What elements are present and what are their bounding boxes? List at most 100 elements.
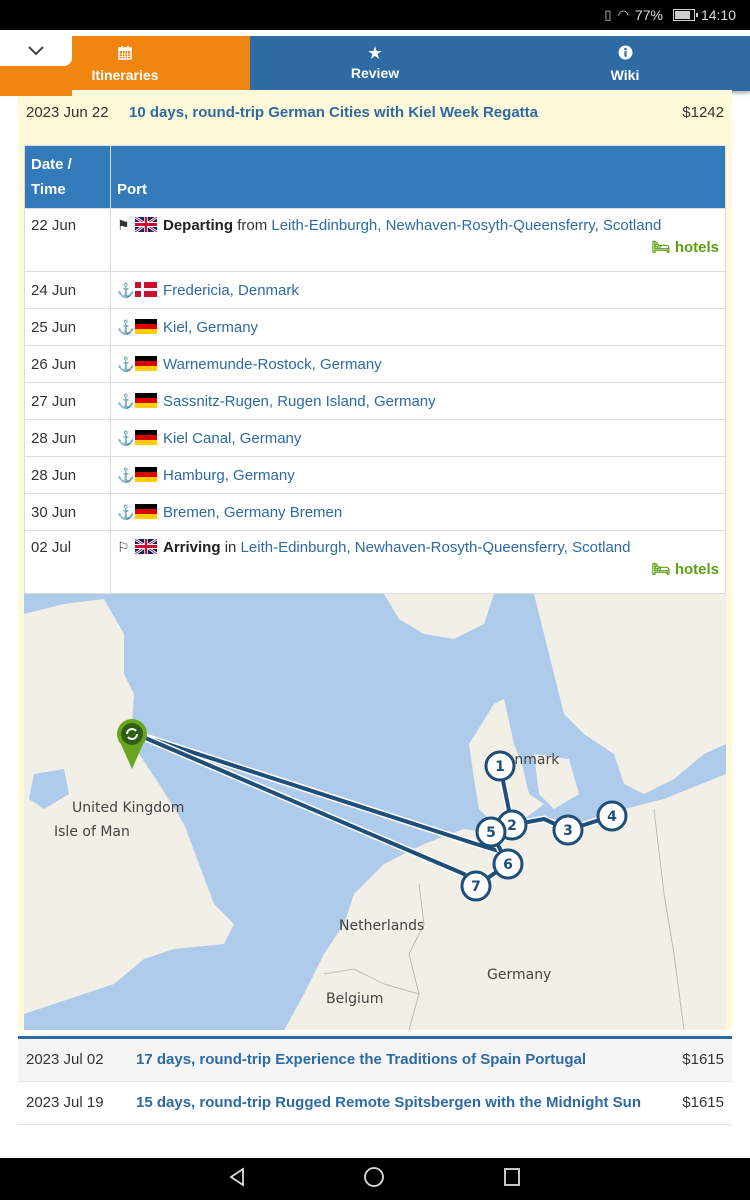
map-label-netherlands: Netherlands xyxy=(339,918,424,934)
cruise-date: 2023 Jul 19 xyxy=(26,1094,104,1111)
bed-icon: 🛏 xyxy=(651,561,671,578)
recents-button[interactable] xyxy=(502,1167,522,1192)
flag-gb-icon xyxy=(135,217,157,232)
table-row: 25 Jun ⚓ Kiel, Germany xyxy=(24,308,726,346)
port-link[interactable]: Kiel Canal, Germany xyxy=(163,430,301,447)
port-link[interactable]: Leith-Edinburgh, Newhaven-Rosyth-Queensf… xyxy=(241,539,631,556)
clock: 14:10 xyxy=(700,7,736,23)
port-date: 28 Jun xyxy=(24,456,111,494)
table-row: 22 Jun ⚑ Departing from Leith-Edinburgh, N… xyxy=(24,208,726,272)
port-status: Departing xyxy=(163,217,234,234)
svg-text:5: 5 xyxy=(486,825,496,841)
port-link[interactable]: Bremen, Germany Bremen xyxy=(163,504,342,521)
tab-review[interactable]: ★ Review xyxy=(250,36,500,91)
port-marker-4[interactable]: 4 xyxy=(596,800,628,832)
cruise-price: $1615 xyxy=(682,1051,724,1068)
port-marker-6[interactable]: 6 xyxy=(492,848,524,880)
port-cell: ⚓ Bremen, Germany Bremen xyxy=(110,493,726,531)
map-label-uk: United Kingdom xyxy=(72,800,184,816)
anchor-icon: ⚓ xyxy=(117,392,135,409)
flag-de-icon xyxy=(135,503,157,519)
cruise-header: 2023 Jun 22 10 days, round-trip German C… xyxy=(26,104,724,121)
port-cell: ⚓ Kiel Canal, Germany xyxy=(110,419,726,457)
flag-de-icon xyxy=(135,318,157,334)
port-date: 22 Jun xyxy=(24,208,111,272)
tab-wiki[interactable]: Wiki xyxy=(500,36,750,91)
svg-text:2: 2 xyxy=(507,818,517,834)
map-label-germany: Germany xyxy=(487,967,551,983)
anchor-icon: ⚓ xyxy=(117,355,135,372)
battery-percent: 77% xyxy=(634,7,663,23)
tab-label: Itineraries xyxy=(91,66,159,83)
anchor-icon: ⚓ xyxy=(117,503,135,520)
port-date: 27 Jun xyxy=(24,382,111,420)
flag-de-icon xyxy=(135,355,157,371)
back-button[interactable] xyxy=(228,1166,246,1192)
port-link[interactable]: Warnemunde-Rostock, Germany xyxy=(163,356,382,373)
cruise-date: 2023 Jul 02 xyxy=(26,1051,104,1068)
checkered-flag-icon: ⚐ xyxy=(117,539,130,555)
table-row: 28 Jun ⚓ Hamburg, Germany xyxy=(24,456,726,494)
svg-text:6: 6 xyxy=(503,857,513,873)
vibrate-icon: ▯ xyxy=(604,7,612,22)
port-marker-5[interactable]: 5 xyxy=(475,816,507,848)
system-nav-bar xyxy=(0,1158,750,1200)
port-date: 02 Jul xyxy=(24,530,111,594)
itinerary-table: Date / Time Port 22 Jun ⚑ Departing from Le… xyxy=(24,145,726,594)
table-row: 26 Jun ⚓ Warnemunde-Rostock, Germany xyxy=(24,345,726,383)
svg-text:1: 1 xyxy=(495,759,505,775)
port-link[interactable]: Hamburg, Germany xyxy=(163,467,295,484)
cruise-card: 2023 Jun 22 10 days, round-trip German C… xyxy=(18,90,732,1030)
port-connector: in xyxy=(224,539,237,556)
port-cell: ⚓ Hamburg, Germany xyxy=(110,456,726,494)
port-marker-7[interactable]: 7 xyxy=(460,870,492,902)
cruise-title-link[interactable]: 10 days, round-trip German Cities with K… xyxy=(129,104,682,121)
port-date: 24 Jun xyxy=(24,271,111,309)
list-item[interactable]: 2023 Jul 02 17 days, round-trip Experien… xyxy=(18,1039,732,1082)
cruise-price: $1615 xyxy=(682,1094,724,1111)
other-cruises-list: 2023 Jul 02 17 days, round-trip Experien… xyxy=(18,1036,732,1125)
port-connector: from xyxy=(237,217,268,234)
table-row: 28 Jun ⚓ Kiel Canal, Germany xyxy=(24,419,726,457)
port-cell: ⚐ Arriving in Leith-Edinburgh, Newhaven-R… xyxy=(110,530,726,594)
port-marker-1[interactable]: 1 xyxy=(484,750,516,782)
cruise-title-link[interactable]: 17 days, round-trip Experience the Tradi… xyxy=(136,1039,682,1081)
cruise-price: $1242 xyxy=(682,104,724,121)
home-button[interactable] xyxy=(363,1166,385,1193)
port-cell: ⚓ Kiel, Germany xyxy=(110,308,726,346)
port-date: 26 Jun xyxy=(24,345,111,383)
list-item[interactable]: 2023 Jul 19 15 days, round-trip Rugged R… xyxy=(18,1082,732,1125)
table-row: 27 Jun ⚓ Sassnitz-Rugen, Rugen Island, Ger… xyxy=(24,382,726,420)
port-link[interactable]: Sassnitz-Rugen, Rugen Island, Germany xyxy=(163,393,436,410)
port-link[interactable]: Leith-Edinburgh, Newhaven-Rosyth-Queensf… xyxy=(271,217,661,234)
cruise-date: 2023 Jun 22 xyxy=(26,104,109,121)
table-row: 02 Jul ⚐ Arriving in Leith-Edinburgh, Newh… xyxy=(24,530,726,594)
flag-de-icon xyxy=(135,392,157,408)
port-link[interactable]: Kiel, Germany xyxy=(163,319,258,336)
flag-gb-icon xyxy=(135,539,157,554)
port-link[interactable]: Fredericia, Denmark xyxy=(163,282,299,299)
port-marker-3[interactable]: 3 xyxy=(552,814,584,846)
star-icon: ★ xyxy=(368,45,382,62)
wifi-icon: ◠ xyxy=(617,7,629,22)
anchor-icon: ⚓ xyxy=(117,466,135,483)
flag-dk-icon xyxy=(135,281,157,297)
bed-icon: 🛏 xyxy=(651,239,671,256)
route-map[interactable]: United Kingdom Isle of Man Netherlands G… xyxy=(24,594,726,1030)
status-bar: ▯ ◠ 77% 14:10 xyxy=(0,0,750,30)
flag-de-icon xyxy=(135,429,157,445)
map-label-isle-of-man: Isle of Man xyxy=(54,824,130,840)
port-cell: ⚓ Fredericia, Denmark xyxy=(110,271,726,309)
hotels-link[interactable]: 🛏 hotels xyxy=(117,560,719,578)
svg-text:4: 4 xyxy=(607,809,617,825)
map-label-belgium: Belgium xyxy=(326,991,383,1007)
hotels-link[interactable]: 🛏 hotels xyxy=(117,238,719,256)
table-header-row: Date / Time Port xyxy=(24,145,726,209)
svg-text:7: 7 xyxy=(471,879,481,895)
svg-text:3: 3 xyxy=(563,823,573,839)
port-date: 25 Jun xyxy=(24,308,111,346)
cruise-title-link[interactable]: 15 days, round-trip Rugged Remote Spitsb… xyxy=(136,1082,682,1124)
collapse-button[interactable] xyxy=(0,36,72,66)
port-status: Arriving xyxy=(163,539,221,556)
anchor-icon: ⚓ xyxy=(117,318,135,335)
